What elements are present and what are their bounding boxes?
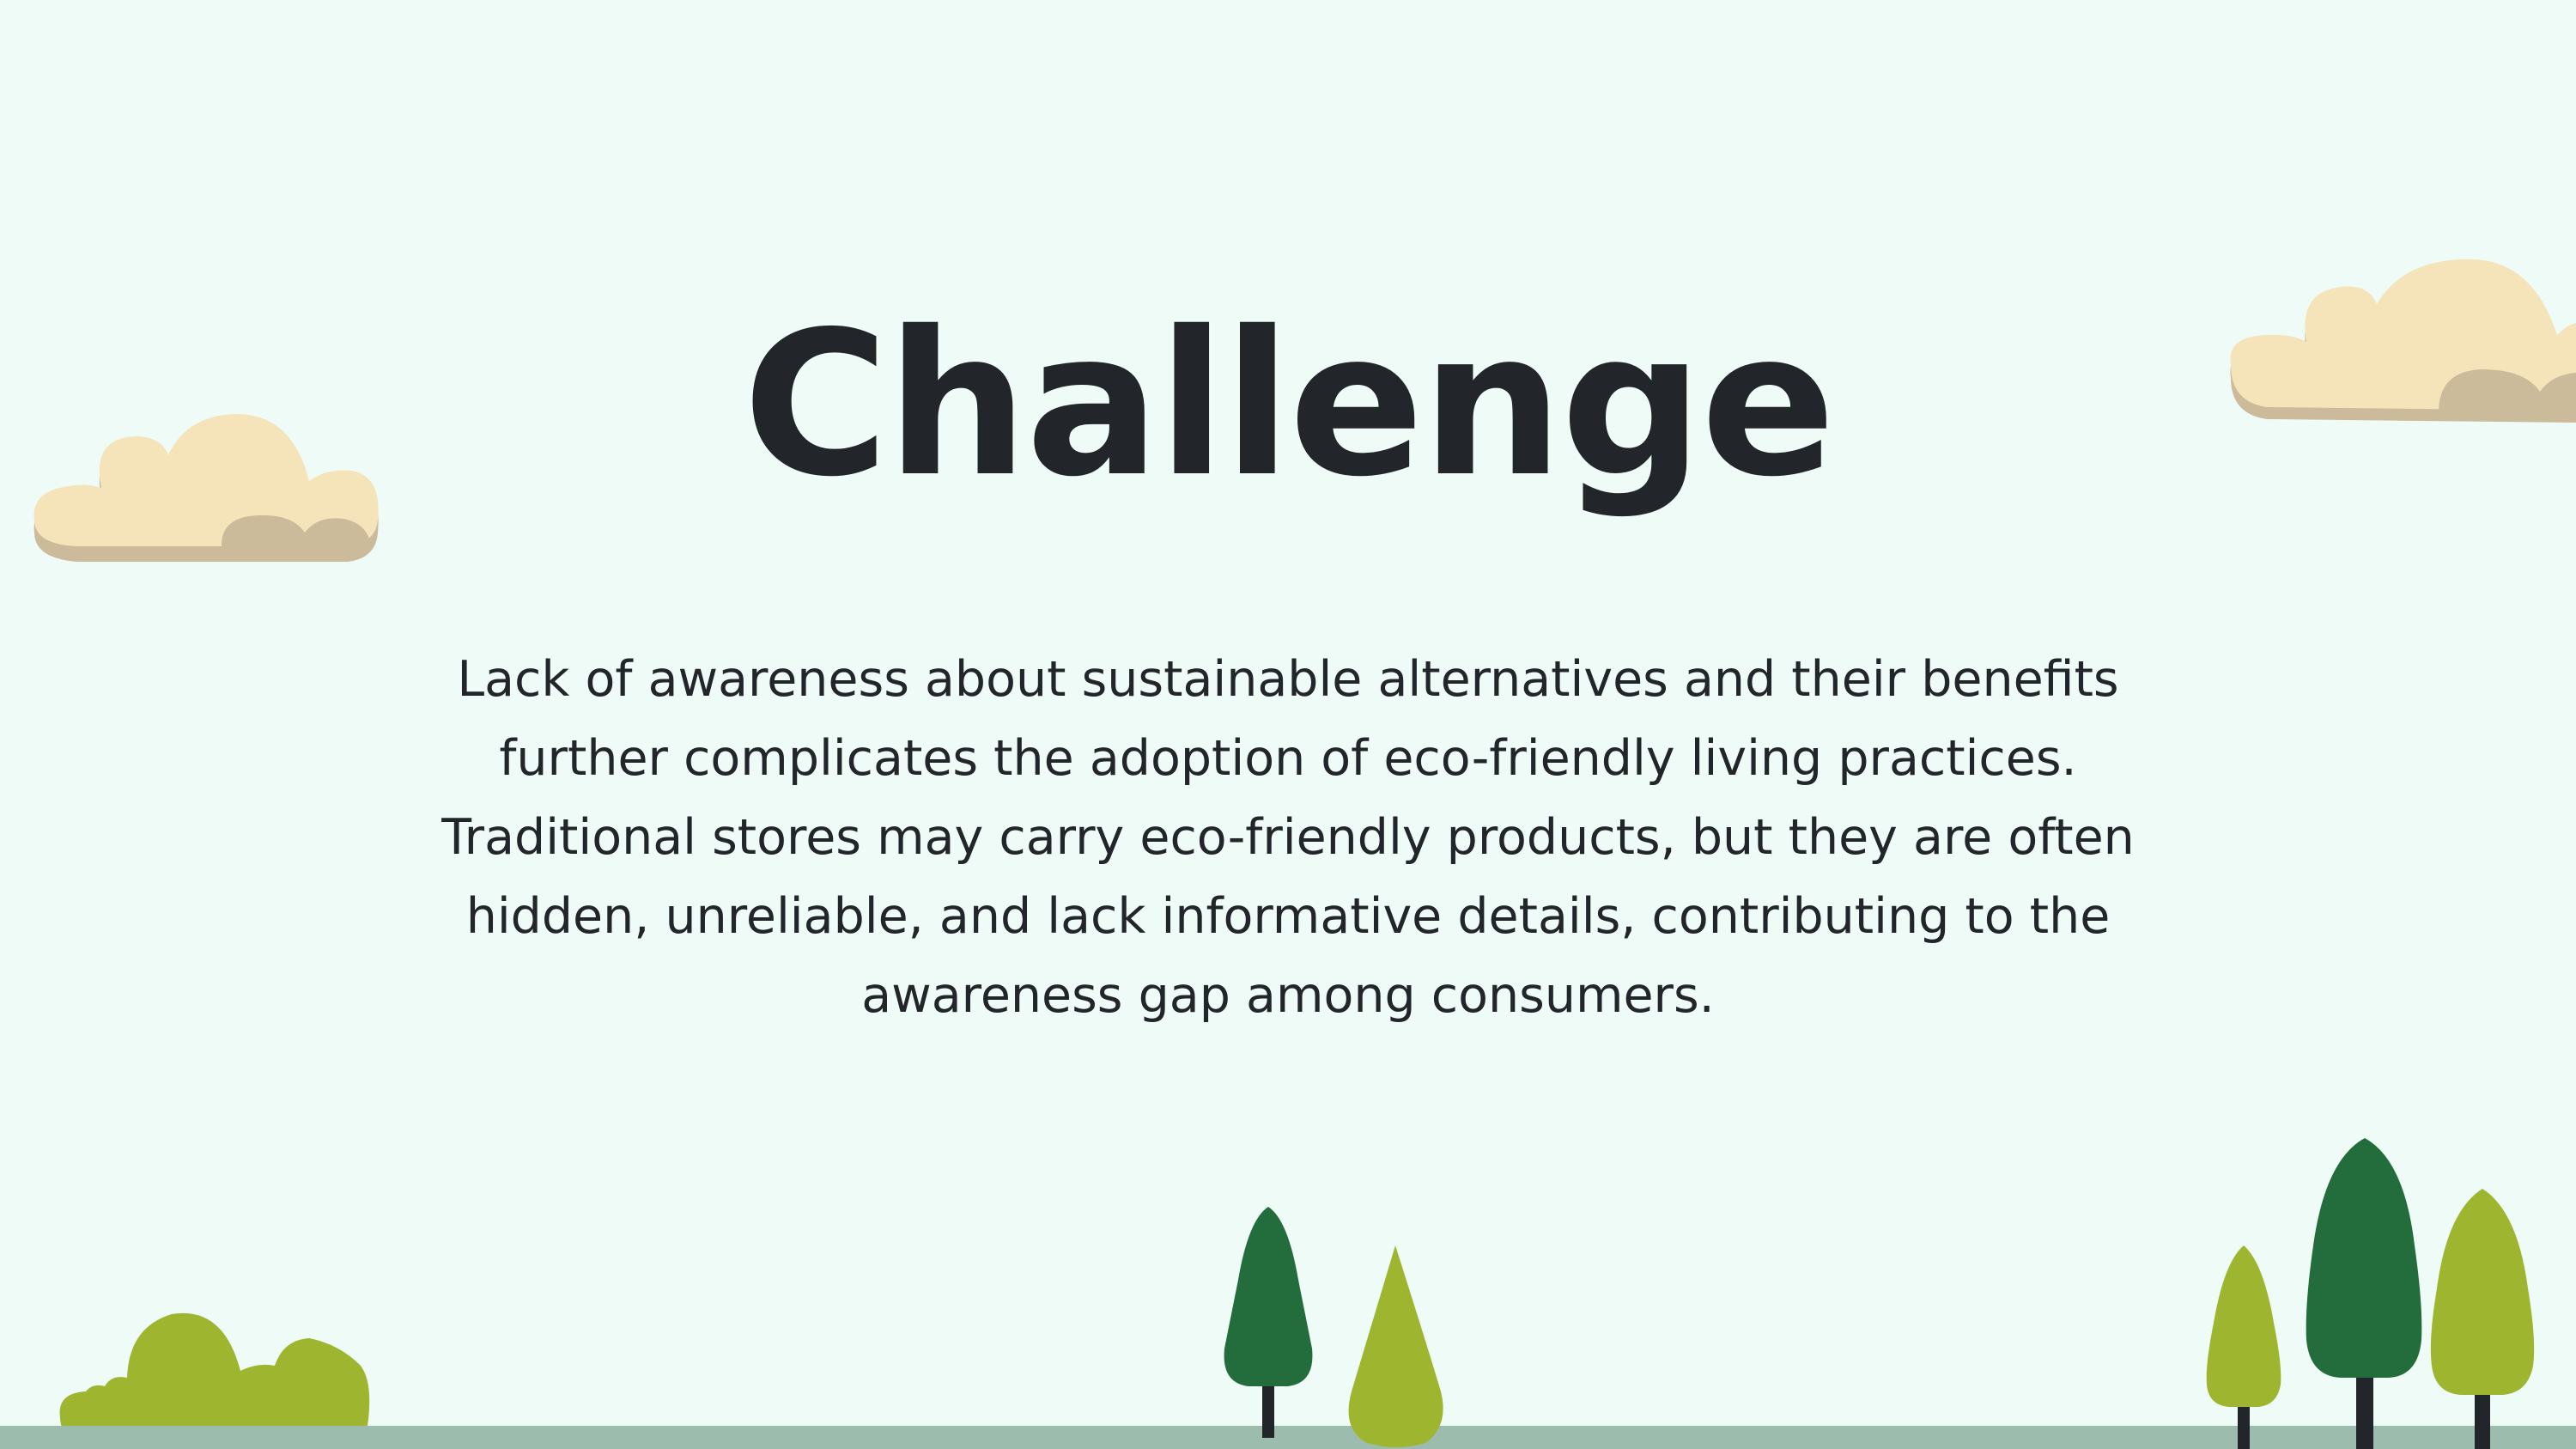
tree-light-small-icon xyxy=(2206,1245,2281,1449)
tree-light-cone-icon xyxy=(1348,1245,1443,1447)
tree-dark-tall-icon xyxy=(2306,1138,2422,1449)
slide: Challenge Lack of awareness about sustai… xyxy=(0,0,2576,1449)
tree-dark-icon xyxy=(1224,1207,1313,1438)
slide-body-text: Lack of awareness about sustainable alte… xyxy=(441,651,2135,1024)
tree-light-tall-icon xyxy=(2430,1189,2535,1449)
slide-title: Challenge xyxy=(743,289,1836,521)
ground-strip xyxy=(0,1426,2576,1449)
